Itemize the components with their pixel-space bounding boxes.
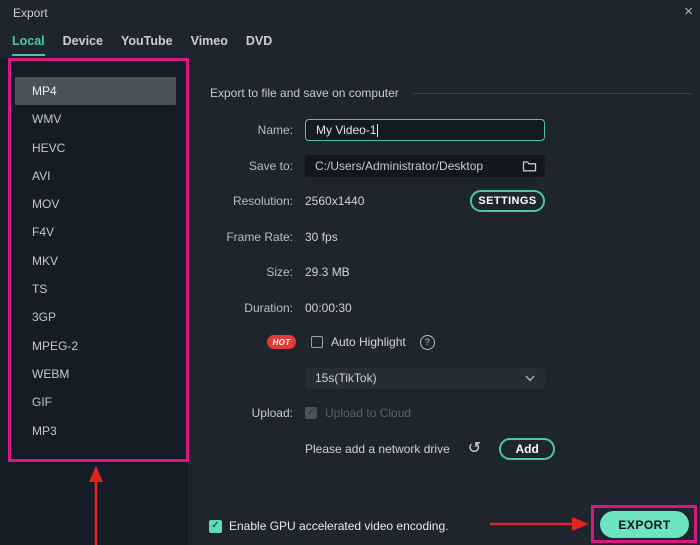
resolution-label: Resolution: [232, 194, 293, 208]
format-item-3gp[interactable]: 3GP [15, 303, 176, 331]
tab-device[interactable]: Device [63, 34, 103, 56]
format-item-f4v[interactable]: F4V [15, 218, 176, 246]
check-icon: ✓ [306, 407, 316, 418]
save-to-label: Save to: [248, 159, 293, 173]
export-button[interactable]: EXPORT [600, 511, 689, 538]
arrow-right-annotation [490, 517, 589, 531]
tab-vimeo[interactable]: Vimeo [191, 34, 228, 56]
duration-value: 00:00:30 [305, 301, 352, 315]
check-icon: ✓ [211, 520, 220, 531]
tab-youtube[interactable]: YouTube [121, 34, 173, 56]
help-icon[interactable]: ? [419, 334, 435, 350]
save-to-path[interactable]: C:/Users/Administrator/Desktop [305, 155, 545, 177]
auto-highlight-row: HOT Auto Highlight ? [200, 330, 692, 354]
section-title: Export to file and save on computer [210, 86, 399, 100]
format-item-webm[interactable]: WEBM [15, 360, 176, 388]
preset-dropdown[interactable]: 15s(TikTok) [305, 367, 545, 389]
tab-dvd[interactable]: DVD [246, 34, 272, 56]
upload-row: Upload: ✓ Upload to Cloud [200, 401, 692, 425]
resolution-value: 2560x1440 [305, 194, 365, 208]
preset-row: 15s(TikTok) [200, 366, 692, 390]
duration-label: Duration: [244, 301, 293, 315]
size-value: 29.3 MB [305, 265, 350, 279]
chevron-down-icon [525, 375, 535, 382]
save-to-row: Save to: C:/Users/Administrator/Desktop [200, 154, 692, 178]
gpu-encoding-checkbox[interactable]: ✓ [209, 519, 222, 533]
frame-rate-label: Frame Rate: [226, 230, 293, 244]
network-drive-message: Please add a network drive [305, 442, 450, 456]
section-divider [412, 92, 692, 94]
resolution-row: Resolution: 2560x1440 SETTINGS [200, 189, 692, 213]
save-to-value: C:/Users/Administrator/Desktop [315, 159, 484, 173]
format-item-mov[interactable]: MOV [15, 190, 176, 218]
format-item-ts[interactable]: TS [15, 275, 176, 303]
format-item-mp4[interactable]: MP4 [15, 77, 176, 106]
frame-rate-row: Frame Rate: 30 fps [200, 225, 692, 249]
format-item-wmv[interactable]: WMV [15, 105, 176, 133]
hot-badge: HOT [267, 335, 296, 349]
format-item-mpeg-2[interactable]: MPEG-2 [15, 332, 176, 360]
format-list: MP4 WMV HEVC AVI MOV F4V MKV TS 3GP MPEG-2 WEBM GIF… [15, 77, 176, 445]
section-header: Export to file and save on computer [210, 86, 692, 100]
folder-icon[interactable] [522, 159, 537, 173]
export-dialog: { "window": { "title": "Export" }, "tabs… [0, 0, 700, 545]
close-icon[interactable]: × [684, 3, 693, 21]
size-label: Size: [266, 265, 293, 279]
tab-local[interactable]: Local [12, 34, 45, 56]
refresh-icon[interactable]: ↺ [468, 441, 481, 457]
name-label: Name: [257, 123, 293, 137]
format-item-avi[interactable]: AVI [15, 162, 176, 190]
format-item-mp3[interactable]: MP3 [15, 417, 176, 445]
window-title: Export [13, 6, 48, 20]
upload-label: Upload: [251, 406, 293, 420]
name-input[interactable]: My Video-1 [305, 119, 545, 141]
gpu-encoding-row: ✓ Enable GPU accelerated video encoding. [209, 519, 448, 533]
upload-to-cloud-label: Upload to Cloud [325, 406, 412, 420]
auto-highlight-label: Auto Highlight [331, 335, 406, 349]
text-cursor [377, 123, 379, 137]
settings-button[interactable]: SETTINGS [470, 190, 545, 212]
gpu-encoding-label: Enable GPU accelerated video encoding. [229, 519, 449, 533]
name-value: My Video-1 [316, 123, 377, 137]
name-row: Name: My Video-1 [200, 118, 692, 142]
add-button[interactable]: Add [499, 438, 556, 460]
network-drive-row: Please add a network drive ↺ Add [200, 437, 692, 461]
format-item-mkv[interactable]: MKV [15, 247, 176, 275]
format-item-hevc[interactable]: HEVC [15, 134, 176, 162]
frame-rate-value: 30 fps [305, 230, 338, 244]
size-row: Size: 29.3 MB [200, 260, 692, 284]
duration-row: Duration: 00:00:30 [200, 296, 692, 320]
tab-bar: Local Device YouTube Vimeo DVD [12, 34, 272, 56]
auto-highlight-checkbox[interactable] [311, 336, 323, 348]
upload-to-cloud-checkbox: ✓ [305, 407, 317, 419]
preset-value: 15s(TikTok) [315, 371, 377, 385]
format-item-gif[interactable]: GIF [15, 388, 176, 416]
